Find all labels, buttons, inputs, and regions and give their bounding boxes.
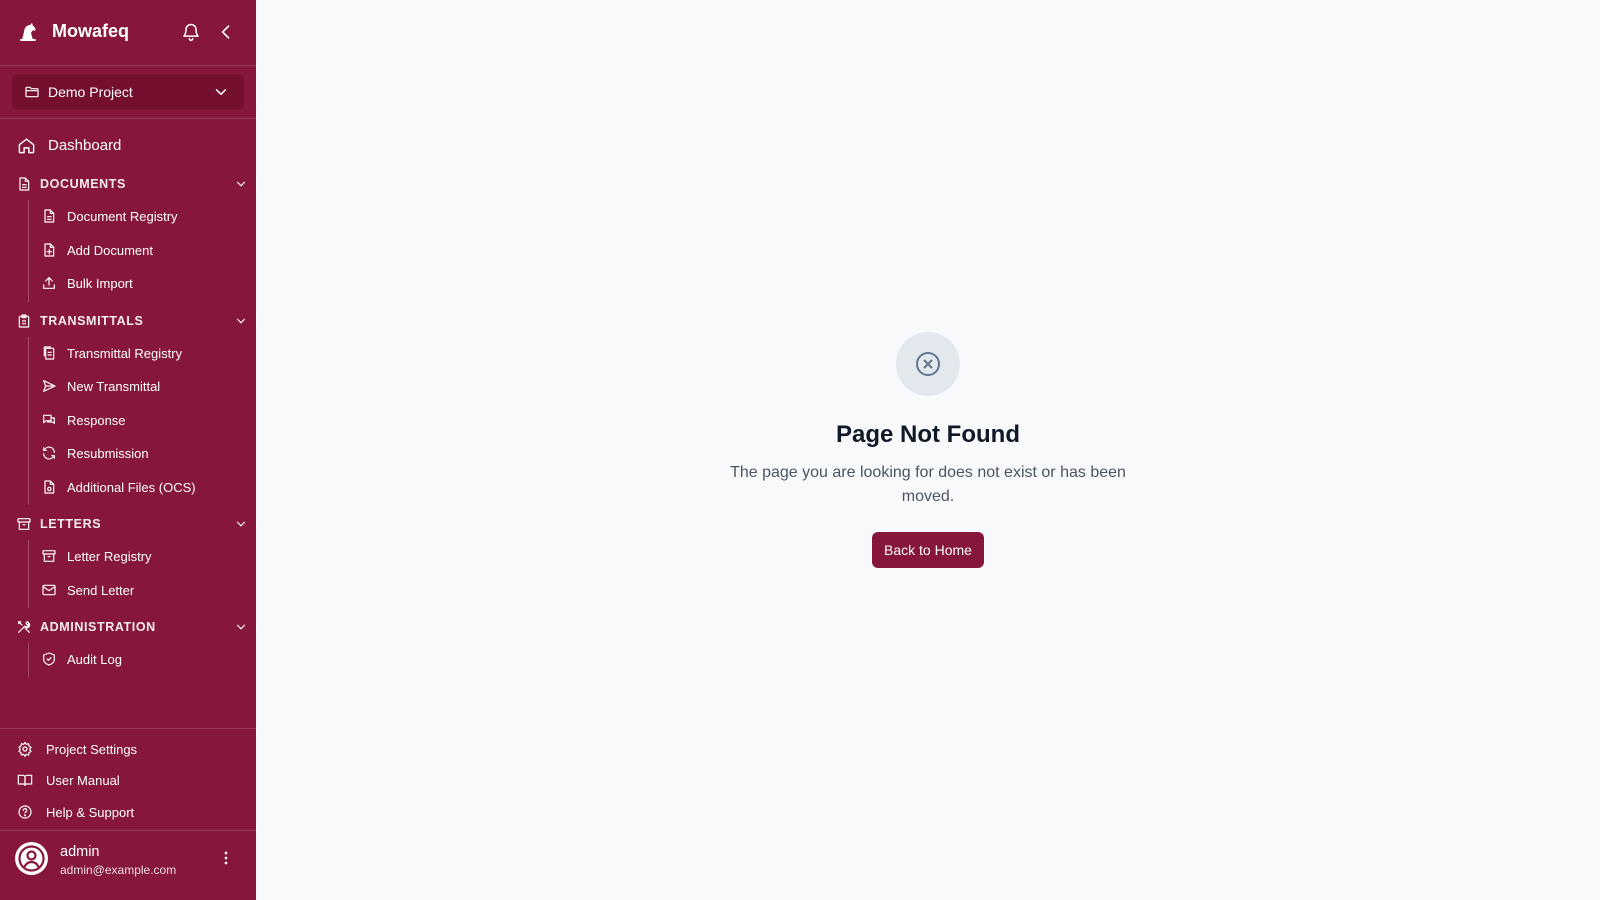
nav-document-registry[interactable]: Document Registry [34, 201, 248, 231]
project-selector[interactable]: Demo Project [12, 74, 244, 110]
user-avatar-icon[interactable] [15, 842, 48, 875]
archive-icon [42, 550, 56, 562]
group-transmittals-title: TRANSMITTALS [40, 314, 144, 328]
document-icon [19, 177, 30, 191]
nav-new-transmittal[interactable]: New Transmittal [34, 371, 248, 401]
close-circle-icon [916, 352, 940, 376]
project-name: Demo Project [48, 84, 133, 100]
nav-user-manual[interactable]: User Manual [0, 766, 256, 794]
group-divider-line [28, 540, 29, 608]
nav-bulk-import[interactable]: Bulk Import [34, 268, 248, 298]
nav-additional-files-label: Additional Files (OCS) [67, 480, 196, 495]
nav-bulk-import-label: Bulk Import [67, 276, 133, 291]
sidebar: Mowafeq Demo Project Dashboard DOCUMENTS… [0, 0, 256, 900]
not-found-icon-badge [896, 332, 960, 396]
book-open-icon [17, 774, 33, 786]
refresh-icon [43, 446, 55, 460]
nav-resubmission-label: Resubmission [67, 446, 149, 461]
nav-add-document-label: Add Document [67, 243, 153, 258]
folder-icon [25, 86, 39, 98]
collapse-sidebar-icon[interactable] [216, 22, 236, 42]
shield-check-icon [43, 652, 55, 666]
group-administration[interactable]: ADMINISTRATION [0, 615, 256, 639]
nav-dashboard-label: Dashboard [48, 137, 122, 154]
nav-additional-files[interactable]: Additional Files (OCS) [34, 472, 248, 502]
chevron-down-icon [236, 181, 246, 187]
group-transmittals[interactable]: TRANSMITTALS [0, 309, 256, 333]
group-documents[interactable]: DOCUMENTS [0, 172, 256, 196]
nav-add-document[interactable]: Add Document [34, 235, 248, 265]
tools-icon [18, 621, 31, 633]
mail-icon [42, 584, 56, 596]
nav-response-label: Response [67, 413, 126, 428]
help-circle-icon [18, 805, 32, 819]
logo-icon [20, 23, 36, 41]
gear-icon [18, 741, 32, 757]
group-administration-title: ADMINISTRATION [40, 620, 156, 634]
chevron-down-icon [236, 521, 246, 527]
archive-icon [17, 518, 31, 530]
clipboard-list-icon [43, 346, 55, 360]
sidebar-footer-links: Project Settings User Manual Help & Supp… [0, 728, 256, 831]
send-icon [43, 380, 56, 392]
user-name: admin [60, 844, 100, 860]
upload-icon [43, 277, 55, 289]
notifications-bell-icon[interactable] [181, 22, 201, 42]
sidebar-header: Mowafeq [0, 0, 256, 66]
more-vertical-icon[interactable] [216, 848, 236, 868]
nav-help-support-label: Help & Support [46, 805, 135, 820]
nav-user-manual-label: User Manual [46, 773, 120, 788]
nav-transmittal-registry-label: Transmittal Registry [67, 346, 183, 361]
group-letters-title: LETTERS [40, 517, 102, 531]
nav-new-transmittal-label: New Transmittal [67, 379, 161, 394]
user-email: admin@example.com [60, 863, 177, 877]
nav-help-support[interactable]: Help & Support [0, 798, 256, 826]
nav-resubmission[interactable]: Resubmission [34, 438, 248, 468]
file-text-icon [44, 209, 55, 223]
nav-transmittal-registry[interactable]: Transmittal Registry [34, 338, 248, 368]
nav-document-registry-label: Document Registry [67, 209, 178, 224]
group-letters[interactable]: LETTERS [0, 512, 256, 536]
main-content: Page Not Found The page you are looking … [256, 0, 1600, 900]
nav-letter-registry[interactable]: Letter Registry [34, 541, 248, 571]
file-icon [44, 480, 55, 494]
group-divider-line [28, 200, 29, 302]
nav-project-settings[interactable]: Project Settings [0, 735, 256, 763]
chevron-down-icon [215, 89, 227, 95]
chevron-down-icon [236, 318, 246, 324]
group-divider-line [28, 643, 29, 677]
chevron-down-icon [236, 624, 246, 630]
nav-letter-registry-label: Letter Registry [67, 549, 152, 564]
page-title: Page Not Found [836, 421, 1020, 448]
clipboard-stack-icon [18, 314, 30, 328]
project-selector-area: Demo Project [0, 66, 256, 119]
nav-project-settings-label: Project Settings [46, 742, 138, 757]
nav-response[interactable]: Response [34, 405, 248, 435]
nav-audit-log[interactable]: Audit Log [34, 644, 248, 674]
file-plus-icon [44, 243, 55, 257]
nav-send-letter-label: Send Letter [67, 583, 135, 598]
chat-bubbles-icon [43, 414, 55, 424]
group-documents-title: DOCUMENTS [40, 177, 126, 191]
home-icon [18, 138, 35, 154]
user-profile: admin admin@example.com [0, 832, 256, 900]
page-description: The page you are looking for does not ex… [730, 464, 1126, 505]
group-divider-line [28, 337, 29, 505]
app-name: Mowafeq [52, 21, 130, 41]
nav-audit-log-label: Audit Log [67, 652, 122, 667]
back-to-home-button[interactable]: Back to Home [872, 532, 984, 568]
nav-send-letter[interactable]: Send Letter [34, 575, 248, 605]
nav-dashboard[interactable]: Dashboard [0, 130, 256, 160]
